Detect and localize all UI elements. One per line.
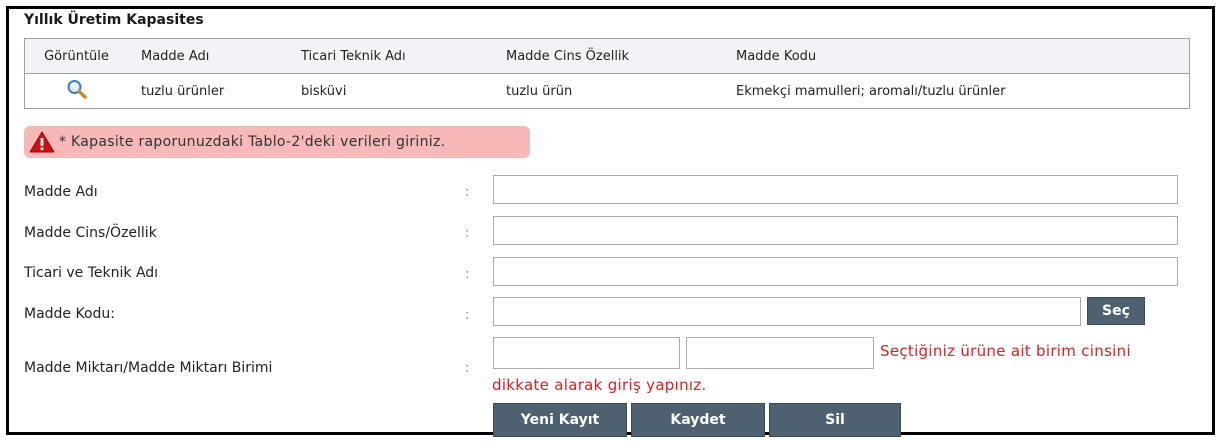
cell-madde-adi: tuzlu ürünler bbox=[128, 73, 301, 109]
column-header-madde-cins-ozellik[interactable]: Madde Cins Özellik bbox=[506, 38, 736, 74]
table-row: tuzlu ürünler bisküvi tuzlu ürün Ekmekçi… bbox=[24, 73, 1190, 109]
colon: : bbox=[465, 308, 470, 323]
save-button[interactable]: Kaydet bbox=[631, 403, 765, 437]
ticari-teknik-label: Ticari ve Teknik Adı bbox=[24, 265, 159, 281]
cell-madde-kodu: Ekmekçi mamulleri; aromalı/tuzlu ürünler bbox=[736, 73, 1190, 109]
column-header-ticari-teknik-adi[interactable]: Ticari Teknik Adı bbox=[301, 38, 506, 74]
warning-banner: * Kapasite raporunuzdaki Tablo-2'deki ve… bbox=[24, 126, 530, 158]
miktar-amount-input[interactable] bbox=[493, 337, 680, 369]
madde-cins-input[interactable] bbox=[493, 216, 1178, 245]
colon: : bbox=[465, 185, 470, 200]
madde-kodu-input[interactable] bbox=[493, 297, 1081, 326]
warning-icon bbox=[24, 131, 59, 153]
madde-adi-input[interactable] bbox=[493, 175, 1178, 204]
miktar-label: Madde Miktarı/Madde Miktarı Birimi bbox=[24, 360, 273, 376]
section-title: Yıllık Üretim Kapasites bbox=[24, 12, 204, 28]
colon: : bbox=[465, 361, 470, 376]
unit-hint-line2: dikkate alarak giriş yapınız. bbox=[492, 376, 707, 394]
cell-madde-cins-ozellik: tuzlu ürün bbox=[506, 73, 736, 109]
delete-button[interactable]: Sil bbox=[769, 403, 901, 437]
colon: : bbox=[465, 267, 470, 282]
madde-kodu-label: Madde Kodu: bbox=[24, 306, 116, 322]
madde-adi-label: Madde Adı bbox=[24, 184, 98, 200]
colon: : bbox=[465, 226, 470, 241]
product-table: Görüntüle Madde Adı Ticari Teknik Adı Ma… bbox=[24, 38, 1190, 109]
cell-ticari-teknik-adi: bisküvi bbox=[301, 73, 506, 109]
column-header-view[interactable]: Görüntüle bbox=[24, 38, 128, 74]
column-header-madde-kodu[interactable]: Madde Kodu bbox=[736, 38, 1190, 74]
unit-hint-line1: Seçtiğiniz ürüne ait birim cinsini bbox=[880, 342, 1131, 360]
miktar-unit-input[interactable] bbox=[686, 337, 874, 369]
select-button[interactable]: Seç bbox=[1087, 297, 1145, 325]
ticari-teknik-input[interactable] bbox=[493, 257, 1178, 286]
new-record-button[interactable]: Yeni Kayıt bbox=[493, 403, 627, 437]
view-cell bbox=[24, 73, 128, 109]
column-header-madde-adi[interactable]: Madde Adı bbox=[128, 38, 301, 74]
magnifier-icon[interactable] bbox=[66, 79, 88, 103]
table-header-row: Görüntüle Madde Adı Ticari Teknik Adı Ma… bbox=[24, 38, 1190, 74]
madde-cins-label: Madde Cins/Özellik bbox=[24, 225, 157, 241]
warning-text: * Kapasite raporunuzdaki Tablo-2'deki ve… bbox=[59, 134, 446, 150]
